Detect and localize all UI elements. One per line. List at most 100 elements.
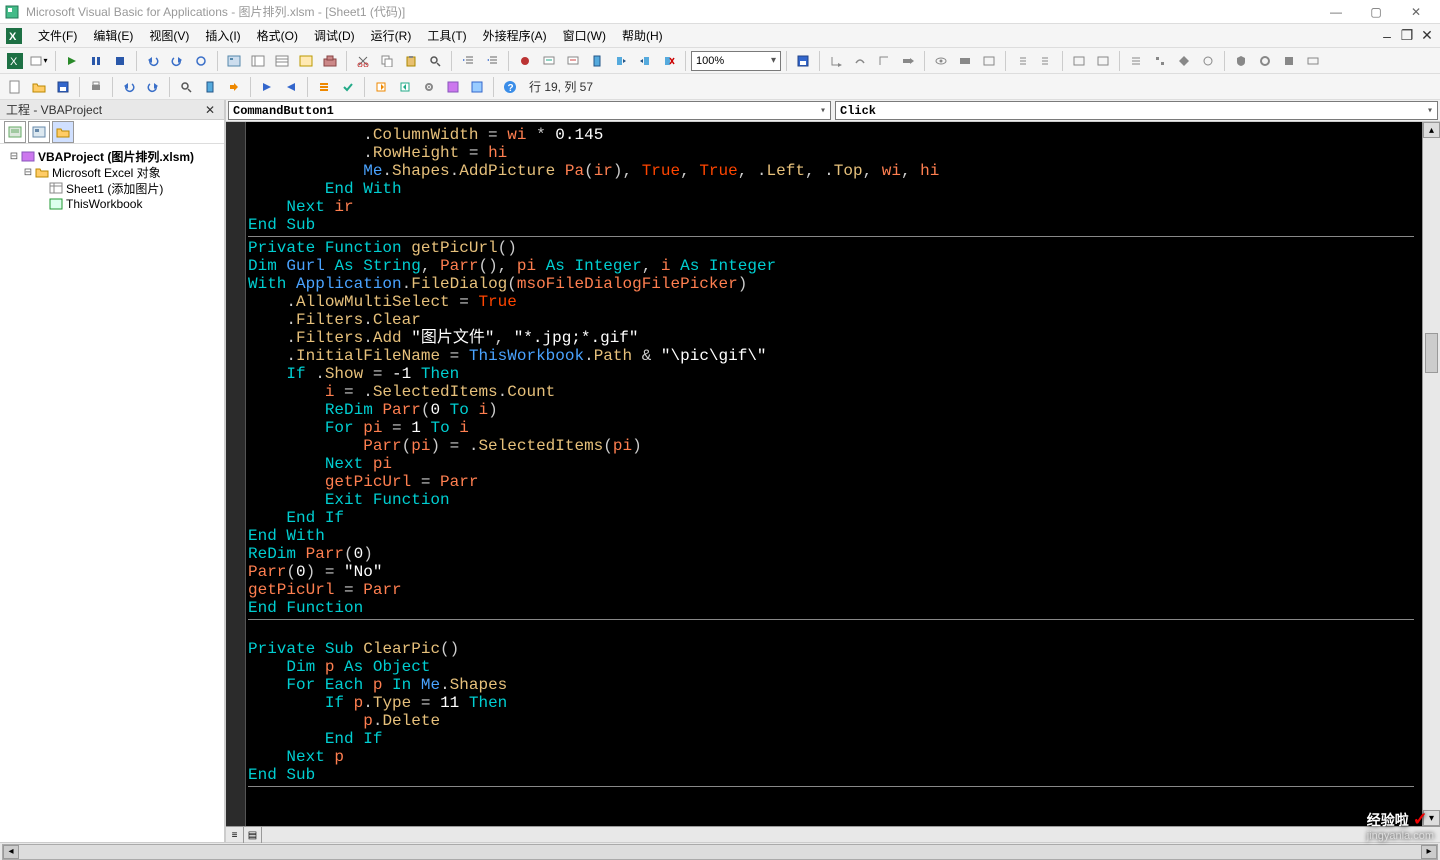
object-combo[interactable]: CommandButton1▾ bbox=[228, 101, 831, 120]
tools-addins-button[interactable] bbox=[1278, 50, 1300, 72]
clear-bookmarks-button[interactable] bbox=[658, 50, 680, 72]
margin-indicator-bar[interactable] bbox=[226, 122, 246, 826]
view-object-button[interactable] bbox=[28, 121, 50, 143]
tree-sheet-node[interactable]: Sheet1 (添加图片) bbox=[4, 180, 220, 196]
code-editor[interactable]: .ColumnWidth = wi * 0.145 .RowHeight = h… bbox=[246, 122, 1422, 826]
prev-bookmark-button[interactable] bbox=[634, 50, 656, 72]
debug-stepout-button[interactable] bbox=[873, 50, 895, 72]
pause-button[interactable] bbox=[85, 50, 107, 72]
menu-debug[interactable]: 调试(D) bbox=[306, 25, 363, 46]
menu-addins[interactable]: 外接程序(A) bbox=[475, 25, 555, 46]
redo-button[interactable] bbox=[166, 50, 188, 72]
watch-window-button[interactable] bbox=[954, 50, 976, 72]
insert-module-dropdown[interactable]: ▾ bbox=[28, 50, 50, 72]
syntax-check-button[interactable] bbox=[337, 76, 359, 98]
mdi-close-button[interactable]: ✕ bbox=[1418, 27, 1436, 45]
scroll-down-button[interactable]: ▾ bbox=[1423, 810, 1440, 826]
format-code-button[interactable] bbox=[313, 76, 335, 98]
menu-window[interactable]: 窗口(W) bbox=[555, 25, 614, 46]
references-button[interactable] bbox=[1197, 50, 1219, 72]
open-file-button[interactable] bbox=[28, 76, 50, 98]
mdi-restore-button[interactable]: ❐ bbox=[1398, 27, 1416, 45]
stop-button[interactable] bbox=[109, 50, 131, 72]
expand-icon[interactable]: ⊟ bbox=[8, 151, 20, 162]
comment-block-button[interactable] bbox=[1068, 50, 1090, 72]
vertical-scrollbar[interactable]: ▴ ▾ bbox=[1422, 122, 1440, 826]
tree-folder-node[interactable]: ⊟ Microsoft Excel 对象 bbox=[4, 164, 220, 180]
find2-button[interactable] bbox=[175, 76, 197, 98]
list-procedures-button[interactable] bbox=[1125, 50, 1147, 72]
save-file-button[interactable] bbox=[52, 76, 74, 98]
procedure-view-button[interactable]: ≡ bbox=[226, 827, 244, 843]
window-maximize-button[interactable]: ▢ bbox=[1356, 0, 1396, 24]
options-button[interactable] bbox=[1254, 50, 1276, 72]
breakpoint-button[interactable] bbox=[514, 50, 536, 72]
bookmark2-button[interactable] bbox=[199, 76, 221, 98]
prev-proc-button[interactable] bbox=[280, 76, 302, 98]
immediate-window-button[interactable] bbox=[1302, 50, 1324, 72]
zoom-combo[interactable]: 100%▾ bbox=[691, 51, 781, 71]
toolbox-button[interactable] bbox=[319, 50, 341, 72]
redo2-button[interactable] bbox=[142, 76, 164, 98]
next-bookmark-button[interactable] bbox=[610, 50, 632, 72]
menu-help[interactable]: 帮助(H) bbox=[614, 25, 671, 46]
project-tree[interactable]: ⊟ VBAProject (图片排列.xlsm) ⊟ Microsoft Exc… bbox=[0, 144, 224, 842]
properties-button[interactable] bbox=[271, 50, 293, 72]
save-button[interactable] bbox=[792, 50, 814, 72]
horizontal-scrollbar[interactable]: ◂ ▸ bbox=[2, 844, 1438, 860]
scroll-up-button[interactable]: ▴ bbox=[1423, 122, 1440, 138]
settings-button[interactable] bbox=[418, 76, 440, 98]
print-button[interactable] bbox=[85, 76, 107, 98]
design-mode-button[interactable] bbox=[223, 50, 245, 72]
new-file-button[interactable] bbox=[4, 76, 26, 98]
import-button[interactable] bbox=[394, 76, 416, 98]
compile-button[interactable] bbox=[1173, 50, 1195, 72]
menu-format[interactable]: 格式(O) bbox=[249, 25, 306, 46]
menu-view[interactable]: 视图(V) bbox=[141, 25, 197, 46]
scroll-left-button[interactable]: ◂ bbox=[3, 845, 19, 859]
toggle-folders-button[interactable] bbox=[52, 121, 74, 143]
macro-security-button[interactable] bbox=[1230, 50, 1252, 72]
export-button[interactable] bbox=[370, 76, 392, 98]
menu-file[interactable]: 文件(F) bbox=[30, 25, 85, 46]
view-code-button[interactable] bbox=[4, 121, 26, 143]
tree-workbook-node[interactable]: ThisWorkbook bbox=[4, 196, 220, 212]
bookmark-button[interactable] bbox=[586, 50, 608, 72]
run-button[interactable] bbox=[61, 50, 83, 72]
goto-next-button[interactable] bbox=[223, 76, 245, 98]
cut-button[interactable] bbox=[352, 50, 374, 72]
menu-insert[interactable]: 插入(I) bbox=[197, 25, 248, 46]
expand-icon[interactable]: ⊟ bbox=[22, 167, 34, 178]
menu-tools[interactable]: 工具(T) bbox=[419, 25, 474, 46]
indent-button[interactable] bbox=[457, 50, 479, 72]
vba-editor-button[interactable] bbox=[442, 76, 464, 98]
scroll-thumb[interactable] bbox=[1425, 333, 1438, 373]
object-browser-button[interactable] bbox=[295, 50, 317, 72]
undo2-button[interactable] bbox=[118, 76, 140, 98]
undo-button[interactable] bbox=[142, 50, 164, 72]
window-close-button[interactable]: ✕ bbox=[1396, 0, 1436, 24]
comment-button[interactable] bbox=[538, 50, 560, 72]
paste-button[interactable] bbox=[400, 50, 422, 72]
find-button[interactable] bbox=[424, 50, 446, 72]
tree-project-node[interactable]: ⊟ VBAProject (图片排列.xlsm) bbox=[4, 148, 220, 164]
menu-edit[interactable]: 编辑(E) bbox=[85, 25, 141, 46]
project-explorer-button[interactable] bbox=[247, 50, 269, 72]
refresh-button[interactable] bbox=[190, 50, 212, 72]
call-stack-button[interactable] bbox=[1149, 50, 1171, 72]
panel-close-button[interactable]: ✕ bbox=[202, 102, 218, 118]
window-minimize-button[interactable]: — bbox=[1316, 0, 1356, 24]
scroll-right-button[interactable]: ▸ bbox=[1421, 845, 1437, 859]
debug-stepinto-button[interactable] bbox=[825, 50, 847, 72]
view-excel-button[interactable]: X bbox=[4, 50, 26, 72]
uncomment-block-button[interactable] bbox=[1092, 50, 1114, 72]
outdent-block-button[interactable] bbox=[1035, 50, 1057, 72]
locals-window-button[interactable] bbox=[978, 50, 1000, 72]
next-proc-button[interactable] bbox=[256, 76, 278, 98]
help-button[interactable]: ? bbox=[499, 76, 521, 98]
full-module-view-button[interactable]: ▤ bbox=[244, 827, 262, 843]
procedure-combo[interactable]: Click▾ bbox=[835, 101, 1438, 120]
mdi-minimize-button[interactable]: – bbox=[1378, 27, 1396, 45]
userform-button[interactable] bbox=[466, 76, 488, 98]
copy-button[interactable] bbox=[376, 50, 398, 72]
